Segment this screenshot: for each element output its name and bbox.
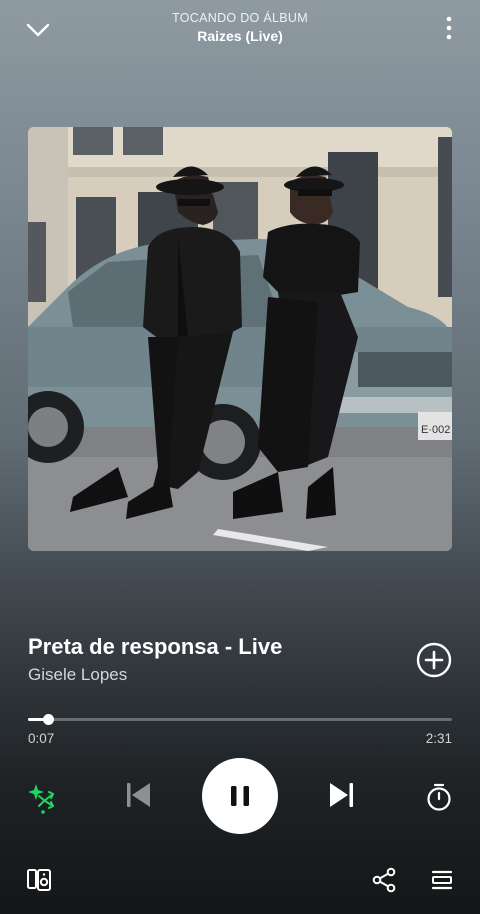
skip-next-icon bbox=[330, 783, 353, 807]
add-to-library-button[interactable] bbox=[416, 642, 452, 678]
pause-icon bbox=[231, 786, 249, 806]
queue-button[interactable] bbox=[427, 865, 457, 895]
sleep-timer-button[interactable] bbox=[421, 779, 457, 815]
skip-previous-icon bbox=[127, 783, 150, 807]
player-header: TOCANDO DO ÁLBUM Raizes (Live) bbox=[0, 0, 480, 60]
sleep-timer-icon bbox=[427, 783, 451, 811]
play-pause-button[interactable] bbox=[202, 758, 278, 834]
previous-track-button[interactable] bbox=[120, 777, 156, 813]
plus-circle-icon bbox=[416, 642, 452, 678]
share-icon bbox=[372, 867, 396, 893]
progress-track bbox=[28, 718, 452, 721]
smart-shuffle-icon bbox=[28, 784, 54, 814]
queue-icon bbox=[431, 870, 453, 890]
chevron-down-icon bbox=[26, 23, 50, 37]
progress-bar[interactable] bbox=[28, 714, 452, 725]
elapsed-time: 0:07 bbox=[28, 731, 55, 746]
album-title[interactable]: Raizes (Live) bbox=[90, 26, 390, 46]
next-track-button[interactable] bbox=[324, 777, 360, 813]
share-button[interactable] bbox=[369, 865, 399, 895]
more-vertical-icon bbox=[446, 16, 452, 40]
smart-shuffle-button[interactable] bbox=[24, 779, 60, 815]
track-title[interactable]: Preta de responsa - Live bbox=[28, 633, 390, 661]
album-artwork: E·002 bbox=[28, 127, 452, 551]
total-time: 2:31 bbox=[425, 731, 452, 746]
track-info: Preta de responsa - Live Gisele Lopes bbox=[28, 633, 390, 687]
connect-devices-button[interactable] bbox=[24, 865, 54, 895]
connect-devices-icon bbox=[27, 869, 51, 891]
progress-handle[interactable] bbox=[42, 714, 54, 725]
more-options-button[interactable] bbox=[442, 12, 456, 44]
context-label: TOCANDO DO ÁLBUM bbox=[172, 11, 308, 25]
artwork-image: E·002 bbox=[28, 127, 452, 551]
license-plate: E·002 bbox=[421, 424, 450, 436]
header-titles: TOCANDO DO ÁLBUM Raizes (Live) bbox=[90, 10, 390, 46]
track-artist[interactable]: Gisele Lopes bbox=[28, 663, 390, 687]
collapse-button[interactable] bbox=[22, 14, 54, 46]
